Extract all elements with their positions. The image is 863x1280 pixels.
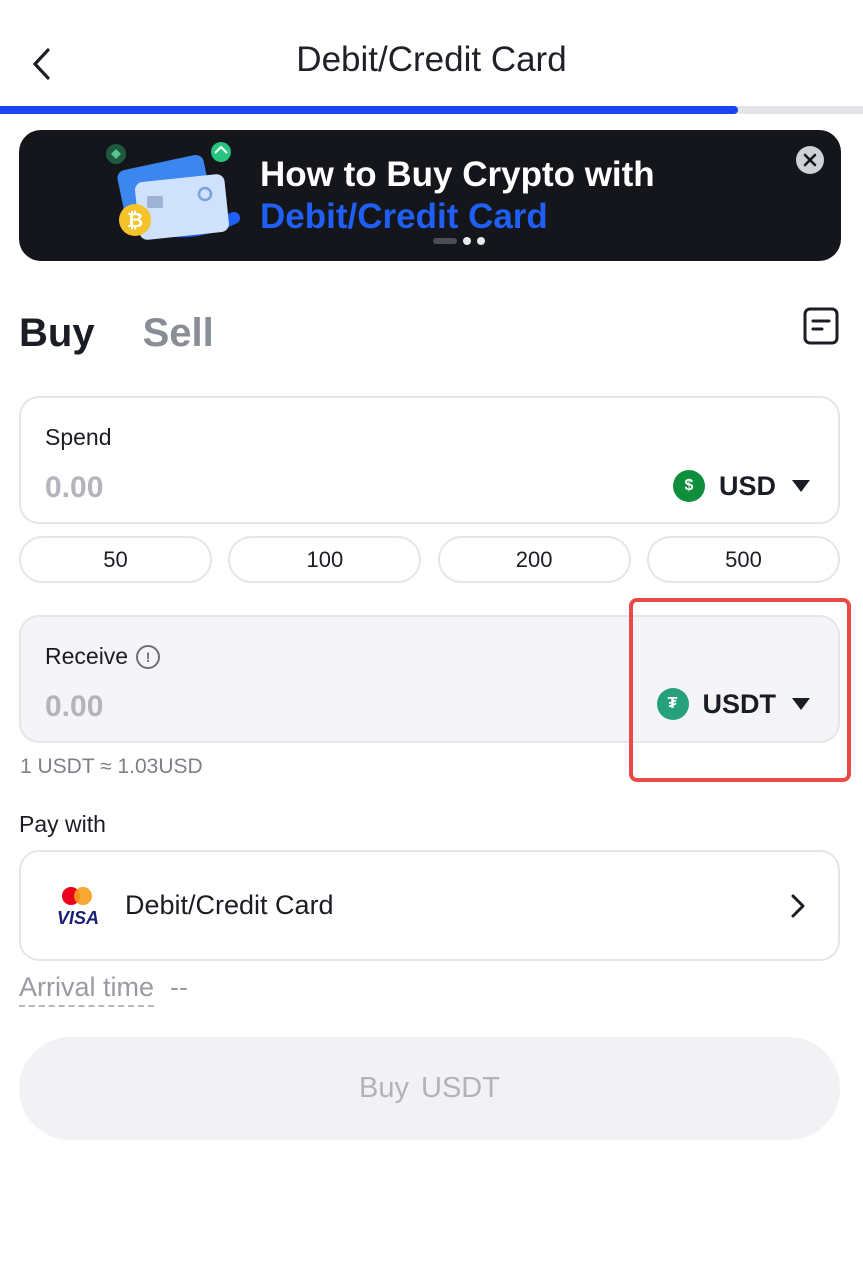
exchange-rate-text: 1 USDT ≈ 1.03USD bbox=[20, 755, 203, 778]
progress-bar bbox=[0, 106, 863, 114]
buy-button-asset: USDT bbox=[421, 1072, 500, 1104]
trade-tabs: Buy Sell bbox=[19, 306, 214, 360]
receive-currency-select[interactable]: ₮ USDT bbox=[656, 684, 810, 724]
arrival-time-label[interactable]: Arrival time bbox=[19, 972, 155, 1007]
quick-amount-button[interactable]: 100 bbox=[228, 536, 422, 583]
spend-currency-code: USD bbox=[718, 470, 776, 501]
receive-label-text: Receive bbox=[45, 643, 129, 669]
banner-close-button[interactable] bbox=[796, 146, 824, 174]
pay-with-label: Pay with bbox=[19, 811, 106, 837]
carousel-indicator bbox=[433, 237, 485, 245]
buy-button-action: Buy bbox=[359, 1072, 410, 1104]
buy-submit-button[interactable]: Buy USDT bbox=[19, 1037, 840, 1140]
quick-amount-button[interactable]: 500 bbox=[646, 536, 840, 583]
dropdown-caret-icon bbox=[792, 480, 810, 492]
order-history-icon[interactable] bbox=[803, 307, 839, 345]
spend-amount-input[interactable] bbox=[45, 468, 445, 508]
header: Debit/Credit Card bbox=[0, 0, 863, 108]
receive-label: Receive ! bbox=[45, 643, 161, 670]
carousel-dot bbox=[477, 237, 485, 245]
receive-amount-input[interactable] bbox=[45, 687, 445, 727]
chevron-right-icon bbox=[791, 894, 805, 918]
card-network-logo-icon: VISA bbox=[57, 887, 99, 928]
close-icon bbox=[803, 153, 817, 167]
banner-subtitle: Debit/Credit Card bbox=[260, 197, 548, 236]
spend-card: Spend $ USD bbox=[19, 396, 840, 524]
progress-fill bbox=[0, 106, 738, 114]
usd-coin-icon: $ bbox=[672, 470, 705, 502]
tab-buy[interactable]: Buy bbox=[19, 311, 95, 356]
quick-amount-button[interactable]: 50 bbox=[19, 536, 212, 583]
receive-card: Receive ! ₮ USDT bbox=[19, 615, 840, 743]
quick-amount-button[interactable]: 200 bbox=[437, 536, 631, 583]
visa-logo-text: VISA bbox=[57, 908, 99, 928]
payment-method-selector[interactable]: VISA Debit/Credit Card bbox=[19, 850, 840, 961]
spend-label-text: Spend bbox=[45, 424, 112, 450]
dropdown-caret-icon bbox=[792, 698, 810, 710]
spend-label: Spend bbox=[45, 424, 112, 451]
carousel-dot-active bbox=[433, 238, 457, 244]
receive-currency-code: USDT bbox=[702, 688, 777, 719]
spend-currency-select[interactable]: $ USD bbox=[672, 466, 810, 506]
banner-title: How to Buy Crypto with bbox=[260, 155, 655, 194]
arrival-time-value: -- bbox=[170, 972, 188, 1002]
arrival-time-row: Arrival time -- bbox=[19, 972, 188, 1007]
carousel-dot bbox=[463, 237, 471, 245]
payment-method-name: Debit/Credit Card bbox=[125, 890, 334, 920]
usdt-coin-icon: ₮ bbox=[656, 688, 689, 720]
quick-amount-row: 50 100 200 500 bbox=[19, 536, 840, 583]
page-title: Debit/Credit Card bbox=[296, 40, 567, 79]
svg-text:₿: ₿ bbox=[127, 210, 143, 232]
credit-card-illustration: ₿ bbox=[106, 142, 240, 240]
promo-banner[interactable]: ₿ How to Buy Crypto with Debit/Credit Ca… bbox=[19, 130, 841, 261]
info-icon[interactable]: ! bbox=[136, 644, 161, 669]
tab-sell[interactable]: Sell bbox=[143, 311, 214, 356]
